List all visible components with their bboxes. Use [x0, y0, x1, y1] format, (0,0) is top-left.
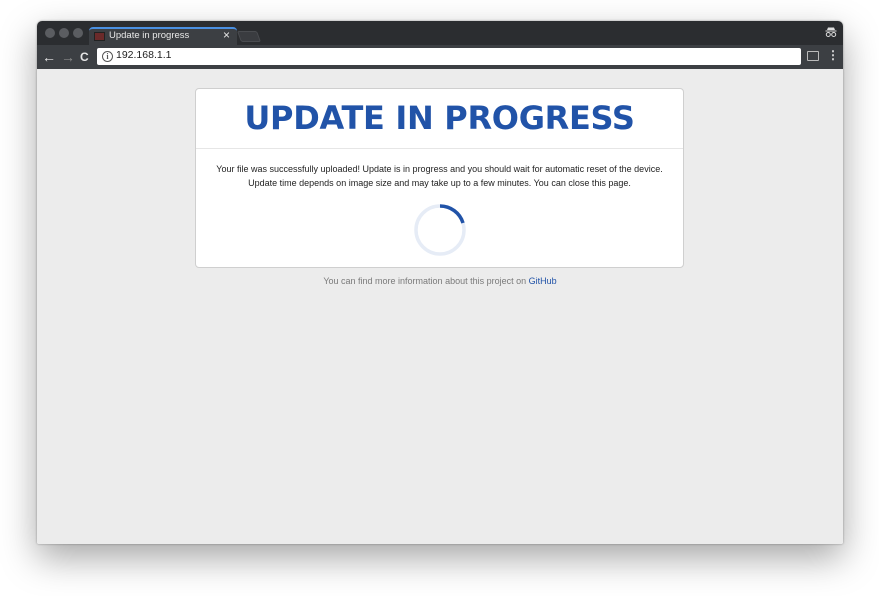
card-body: Your file was successfully uploaded! Upd…	[196, 149, 683, 257]
status-message-line2: Update time depends on image size and ma…	[248, 178, 631, 188]
loading-spinner	[413, 203, 467, 257]
card-header: UPDATE IN PROGRESS	[196, 89, 683, 149]
incognito-icon	[825, 26, 837, 39]
address-bar[interactable]: i 192.168.1.1	[97, 48, 801, 65]
favicon-icon	[94, 32, 105, 41]
update-card: UPDATE IN PROGRESS Your file was success…	[195, 88, 684, 268]
tab-strip: Update in progress ×	[37, 21, 843, 45]
info-icon[interactable]: i	[102, 51, 113, 62]
github-link[interactable]: GitHub	[529, 276, 557, 286]
status-message-line1: Your file was successfully uploaded! Upd…	[216, 164, 663, 174]
page-content: UPDATE IN PROGRESS Your file was success…	[37, 69, 843, 544]
browser-toolbar: ← → C i 192.168.1.1 ⋮	[37, 45, 843, 69]
maximize-window-button[interactable]	[73, 28, 83, 38]
incognito-icon-glyph	[825, 27, 837, 37]
back-button[interactable]: ←	[42, 47, 56, 67]
cast-icon[interactable]	[807, 51, 819, 61]
footer-note: You can find more information about this…	[37, 276, 843, 286]
close-window-button[interactable]	[45, 28, 55, 38]
browser-window: Update in progress × ← → C i 192.168.1.1…	[37, 21, 843, 544]
url-text[interactable]: 192.168.1.1	[116, 49, 171, 61]
menu-icon[interactable]: ⋮	[827, 48, 839, 62]
minimize-window-button[interactable]	[59, 28, 69, 38]
page-title: UPDATE IN PROGRESS	[244, 99, 635, 137]
forward-button[interactable]: →	[61, 47, 75, 67]
new-tab-button[interactable]	[236, 31, 262, 42]
spinner-arc	[439, 204, 465, 224]
tab-update-in-progress[interactable]: Update in progress ×	[89, 27, 237, 45]
tab-title: Update in progress	[109, 30, 190, 41]
footer-text: You can find more information about this…	[323, 276, 527, 286]
tab-close-icon[interactable]: ×	[223, 28, 230, 42]
reload-button[interactable]: C	[80, 47, 89, 67]
spinner-icon	[413, 204, 466, 256]
